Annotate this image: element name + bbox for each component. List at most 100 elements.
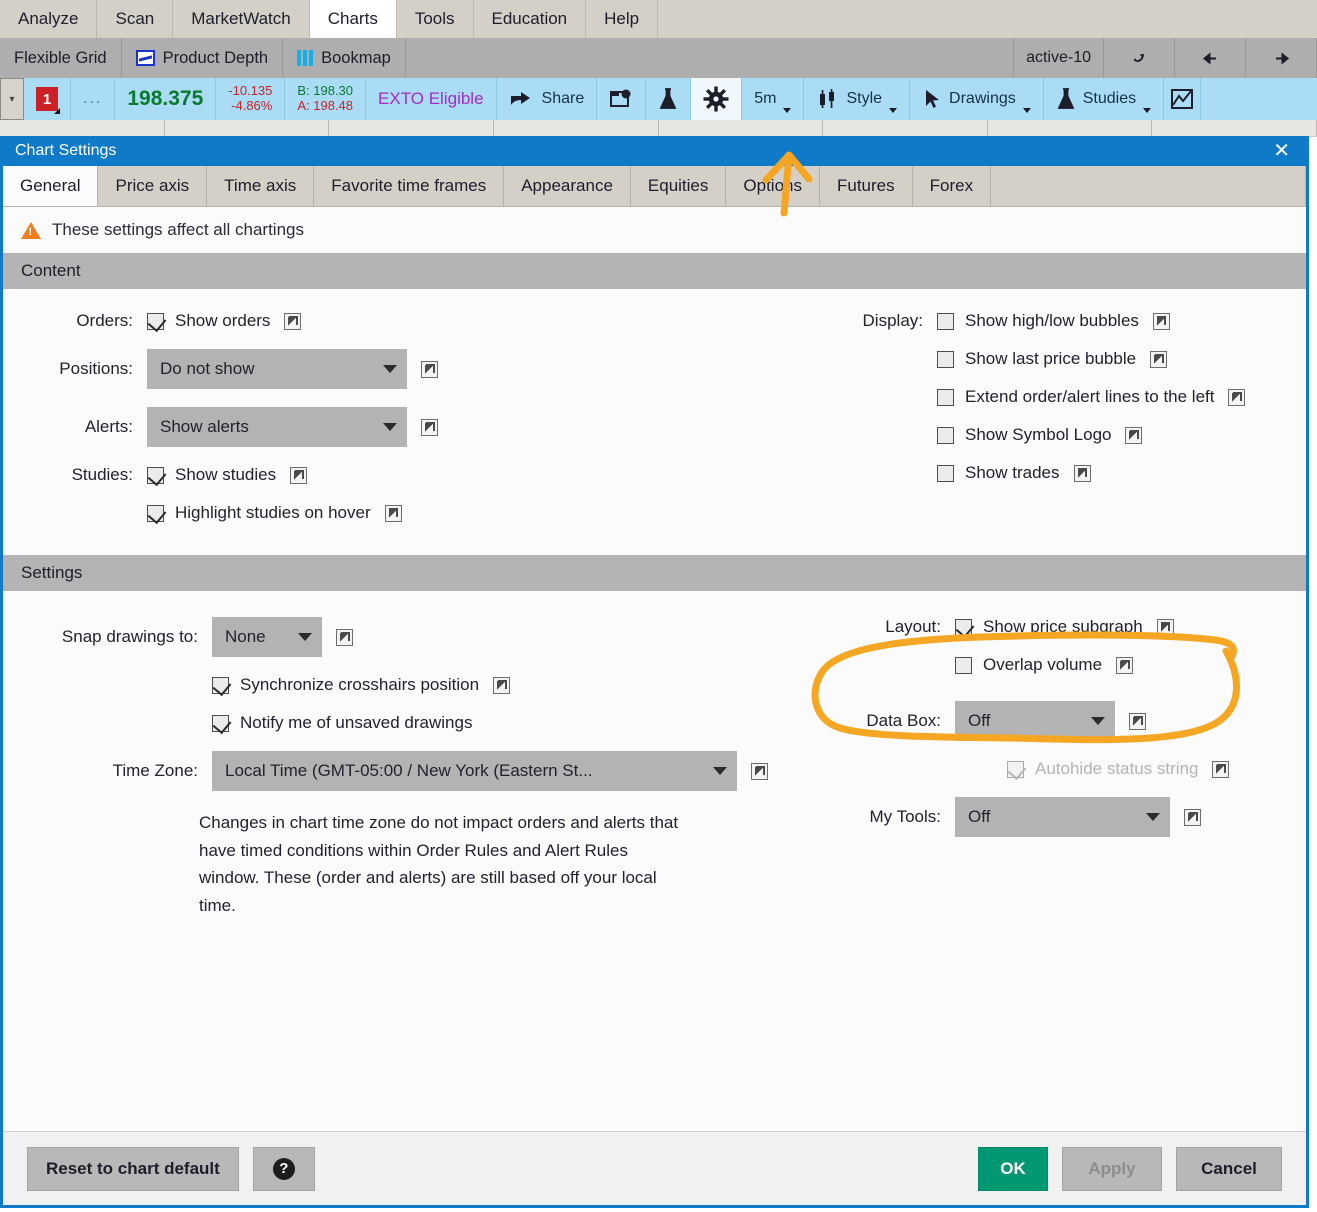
tab-price-axis[interactable]: Price axis [98,166,208,206]
highlight-studies-expander-icon[interactable] [384,504,402,522]
symbol-more-label: ... [83,90,103,107]
tab-options[interactable]: Options [726,166,820,206]
extend-order-lines-checkbox[interactable] [937,388,954,406]
chevron-down-icon [889,108,898,113]
share-button[interactable]: Share [497,78,598,120]
close-icon[interactable]: ✕ [1267,141,1296,161]
dialog-tab-bar: General Price axis Time axis Favorite ti… [3,166,1306,207]
show-studies-checkbox[interactable] [147,466,164,484]
symbol-more-button[interactable]: ... [71,78,116,120]
timeframe-button[interactable]: 5m [742,78,805,120]
show-symbol-logo-checkbox[interactable] [937,426,954,444]
menu-item-help[interactable]: Help [586,0,659,38]
mytools-dropdown[interactable]: Off [955,797,1170,837]
menu-item-charts[interactable]: Charts [309,0,397,38]
bookmap-icon [297,50,314,66]
show-price-subgraph-label: Show price subgraph [983,617,1143,636]
bookmap-label: Bookmap [321,48,391,67]
show-price-subgraph-checkbox[interactable] [955,618,972,636]
snap-drawings-dropdown[interactable]: None [212,617,322,657]
bookmap-button[interactable]: Bookmap [283,38,406,78]
menu-item-education[interactable]: Education [474,0,587,38]
show-price-subgraph-expander-icon[interactable] [1156,618,1174,636]
menu-item-analyze[interactable]: Analyze [0,0,98,38]
chevron-down-icon [298,633,312,641]
apply-button: Apply [1062,1146,1162,1191]
show-orders-checkbox[interactable] [147,312,164,330]
show-high-low-bubbles-expander-icon[interactable] [1152,312,1170,330]
reset-to-chart-default-button[interactable]: Reset to chart default [27,1146,239,1191]
notify-unsaved-checkbox[interactable] [212,714,229,732]
account-badge[interactable]: 1 [24,78,71,120]
studies-flask-button[interactable] [646,78,692,120]
tab-futures[interactable]: Futures [820,166,913,206]
exto-text: EXTO Eligible [378,89,484,108]
style-button[interactable]: Style [804,78,911,120]
notify-unsaved-row: Notify me of unsaved drawings [3,713,803,733]
content-left-column: Orders: Show orders Positions: Do not sh… [3,311,803,541]
highlight-studies-label: Highlight studies on hover [175,503,371,522]
undo-icon[interactable] [1104,38,1175,78]
databox-dropdown[interactable]: Off [955,701,1115,741]
note-button[interactable] [597,78,647,120]
help-button[interactable]: ? [252,1146,315,1191]
tab-bar-filler [991,166,1306,206]
flexible-grid-button[interactable]: Flexible Grid [0,38,122,78]
menu-item-scan[interactable]: Scan [97,0,174,38]
cancel-button[interactable]: Cancel [1176,1146,1282,1191]
show-symbol-logo-expander-icon[interactable] [1125,426,1143,444]
tab-appearance[interactable]: Appearance [504,166,631,206]
snap-drawings-expander-icon[interactable] [336,628,353,646]
extend-order-lines-expander-icon[interactable] [1228,388,1246,406]
chevron-down-icon [383,423,397,431]
price-change: -10.135 -4.86% [216,78,286,120]
overlap-volume-expander-icon[interactable] [1116,656,1134,674]
sync-crosshairs-checkbox[interactable] [212,676,229,694]
extend-order-lines-label: Extend order/alert lines to the left [965,387,1215,406]
product-depth-button[interactable]: Product Depth [122,38,284,78]
tab-forex[interactable]: Forex [913,166,992,206]
toolbar-spacer [406,38,1015,78]
timezone-expander-icon[interactable] [751,762,768,780]
active-layout-button[interactable]: active-10 [1014,38,1104,78]
tab-general[interactable]: General [3,166,99,206]
back-button[interactable] [1175,38,1246,78]
show-last-price-bubble-expander-icon[interactable] [1150,350,1168,368]
menu-item-marketwatch[interactable]: MarketWatch [173,0,310,38]
tab-time-axis[interactable]: Time axis [207,166,315,206]
ok-button[interactable]: OK [978,1146,1048,1191]
show-trades-expander-icon[interactable] [1073,464,1091,482]
product-depth-label: Product Depth [162,48,269,67]
mytools-expander-icon[interactable] [1184,808,1201,826]
databox-expander-icon[interactable] [1129,712,1146,730]
highlight-studies-checkbox[interactable] [147,504,164,522]
tab-equities[interactable]: Equities [631,166,727,206]
share-label: Share [541,90,585,107]
sync-crosshairs-expander-icon[interactable] [493,676,511,694]
arrow-left-icon [1202,51,1216,65]
content-section-body: Orders: Show orders Positions: Do not sh… [3,289,1306,541]
show-last-price-bubble-checkbox[interactable] [937,350,954,368]
warning-text: These settings affect all chartings [52,220,304,239]
chart-type-button[interactable] [1164,78,1202,120]
autohide-status-string-checkbox [1007,760,1024,778]
symbol-dropdown-button[interactable]: ▾ [0,78,24,120]
autohide-status-expander-icon[interactable] [1212,760,1230,778]
menu-item-tools[interactable]: Tools [397,0,474,38]
drawings-button[interactable]: Drawings [910,78,1044,120]
show-studies-expander-icon[interactable] [290,466,308,484]
studies-button[interactable]: Studies [1044,78,1165,120]
show-trades-checkbox[interactable] [937,464,954,482]
overlap-volume-checkbox[interactable] [955,656,972,674]
show-orders-expander-icon[interactable] [284,312,302,330]
tab-favorite-time-frames[interactable]: Favorite time frames [314,166,505,206]
timezone-dropdown[interactable]: Local Time (GMT-05:00 / New York (Easter… [212,751,737,791]
chevron-down-icon [1143,108,1152,113]
chart-settings-gear-button[interactable] [691,78,743,120]
forward-button[interactable] [1246,38,1317,78]
alerts-expander-icon[interactable] [421,418,438,436]
positions-dropdown[interactable]: Do not show [147,349,407,389]
alerts-dropdown[interactable]: Show alerts [147,407,407,447]
show-high-low-bubbles-checkbox[interactable] [937,312,954,330]
positions-expander-icon[interactable] [421,360,438,378]
